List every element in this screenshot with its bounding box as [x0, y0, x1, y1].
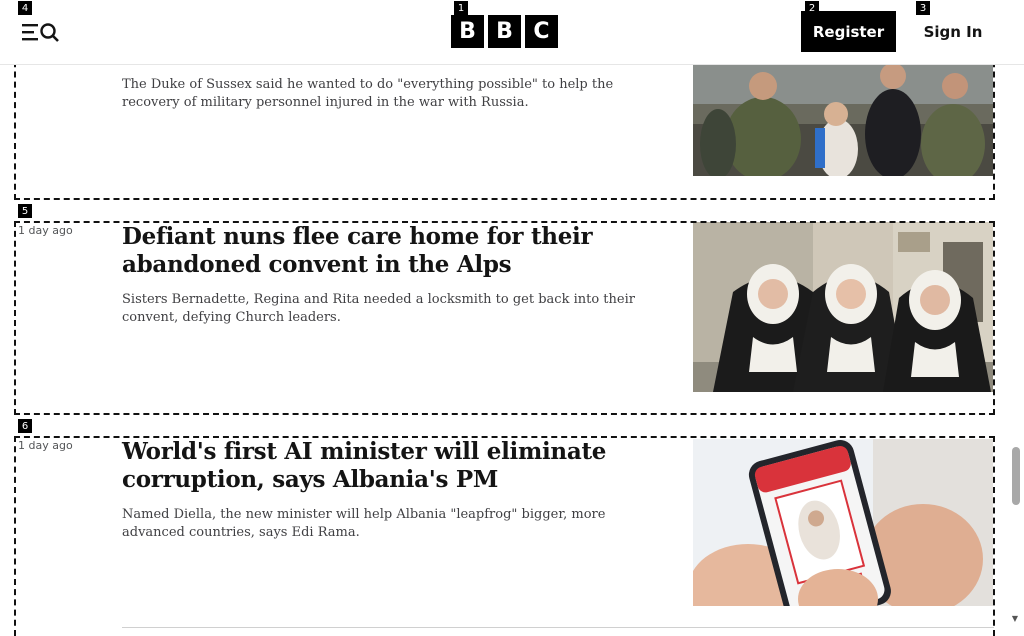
article-headline[interactable]: World's first AI minister will eliminate… — [122, 438, 678, 494]
article-image[interactable] — [693, 222, 993, 392]
article-summary: Named Diella, the new minister will help… — [122, 507, 606, 540]
menu-search-button[interactable] — [16, 17, 66, 47]
annotation-marker: 6 — [18, 419, 32, 433]
article-summary: The Duke of Sussex said he wanted to do … — [122, 77, 614, 110]
scrollbar-thumb[interactable] — [1012, 447, 1020, 505]
article-image[interactable] — [693, 64, 993, 176]
divider — [122, 627, 994, 628]
register-button[interactable]: Register — [801, 11, 896, 52]
article-headline[interactable]: Defiant nuns flee care home for their ab… — [122, 223, 678, 279]
scroll-down-arrow-icon[interactable]: ▼ — [1010, 614, 1020, 624]
site-header: B B C Register Sign In — [0, 0, 1024, 65]
article-card[interactable]: 1 day ago World's first AI minister will… — [16, 437, 994, 629]
article-timestamp: 1 day ago — [18, 439, 73, 452]
annotation-marker: 3 — [916, 1, 930, 15]
annotation-marker: 5 — [18, 204, 32, 218]
bbc-logo[interactable]: B B C — [451, 15, 558, 48]
sign-in-button[interactable]: Sign In — [913, 11, 993, 52]
logo-letter: C — [525, 15, 558, 48]
article-summary: Sisters Bernadette, Regina and Rita need… — [122, 292, 635, 325]
article-timestamp: 1 day ago — [18, 224, 73, 237]
article-card[interactable]: 1 day ago Defiant nuns flee care home fo… — [16, 222, 994, 415]
logo-letter: B — [488, 15, 521, 48]
annotation-marker: 4 — [18, 1, 32, 15]
annotation-marker: 1 — [454, 1, 468, 15]
logo-letter: B — [451, 15, 484, 48]
annotation-marker: 2 — [805, 1, 819, 15]
article-image[interactable] — [693, 439, 993, 606]
menu-search-icon — [22, 23, 59, 42]
